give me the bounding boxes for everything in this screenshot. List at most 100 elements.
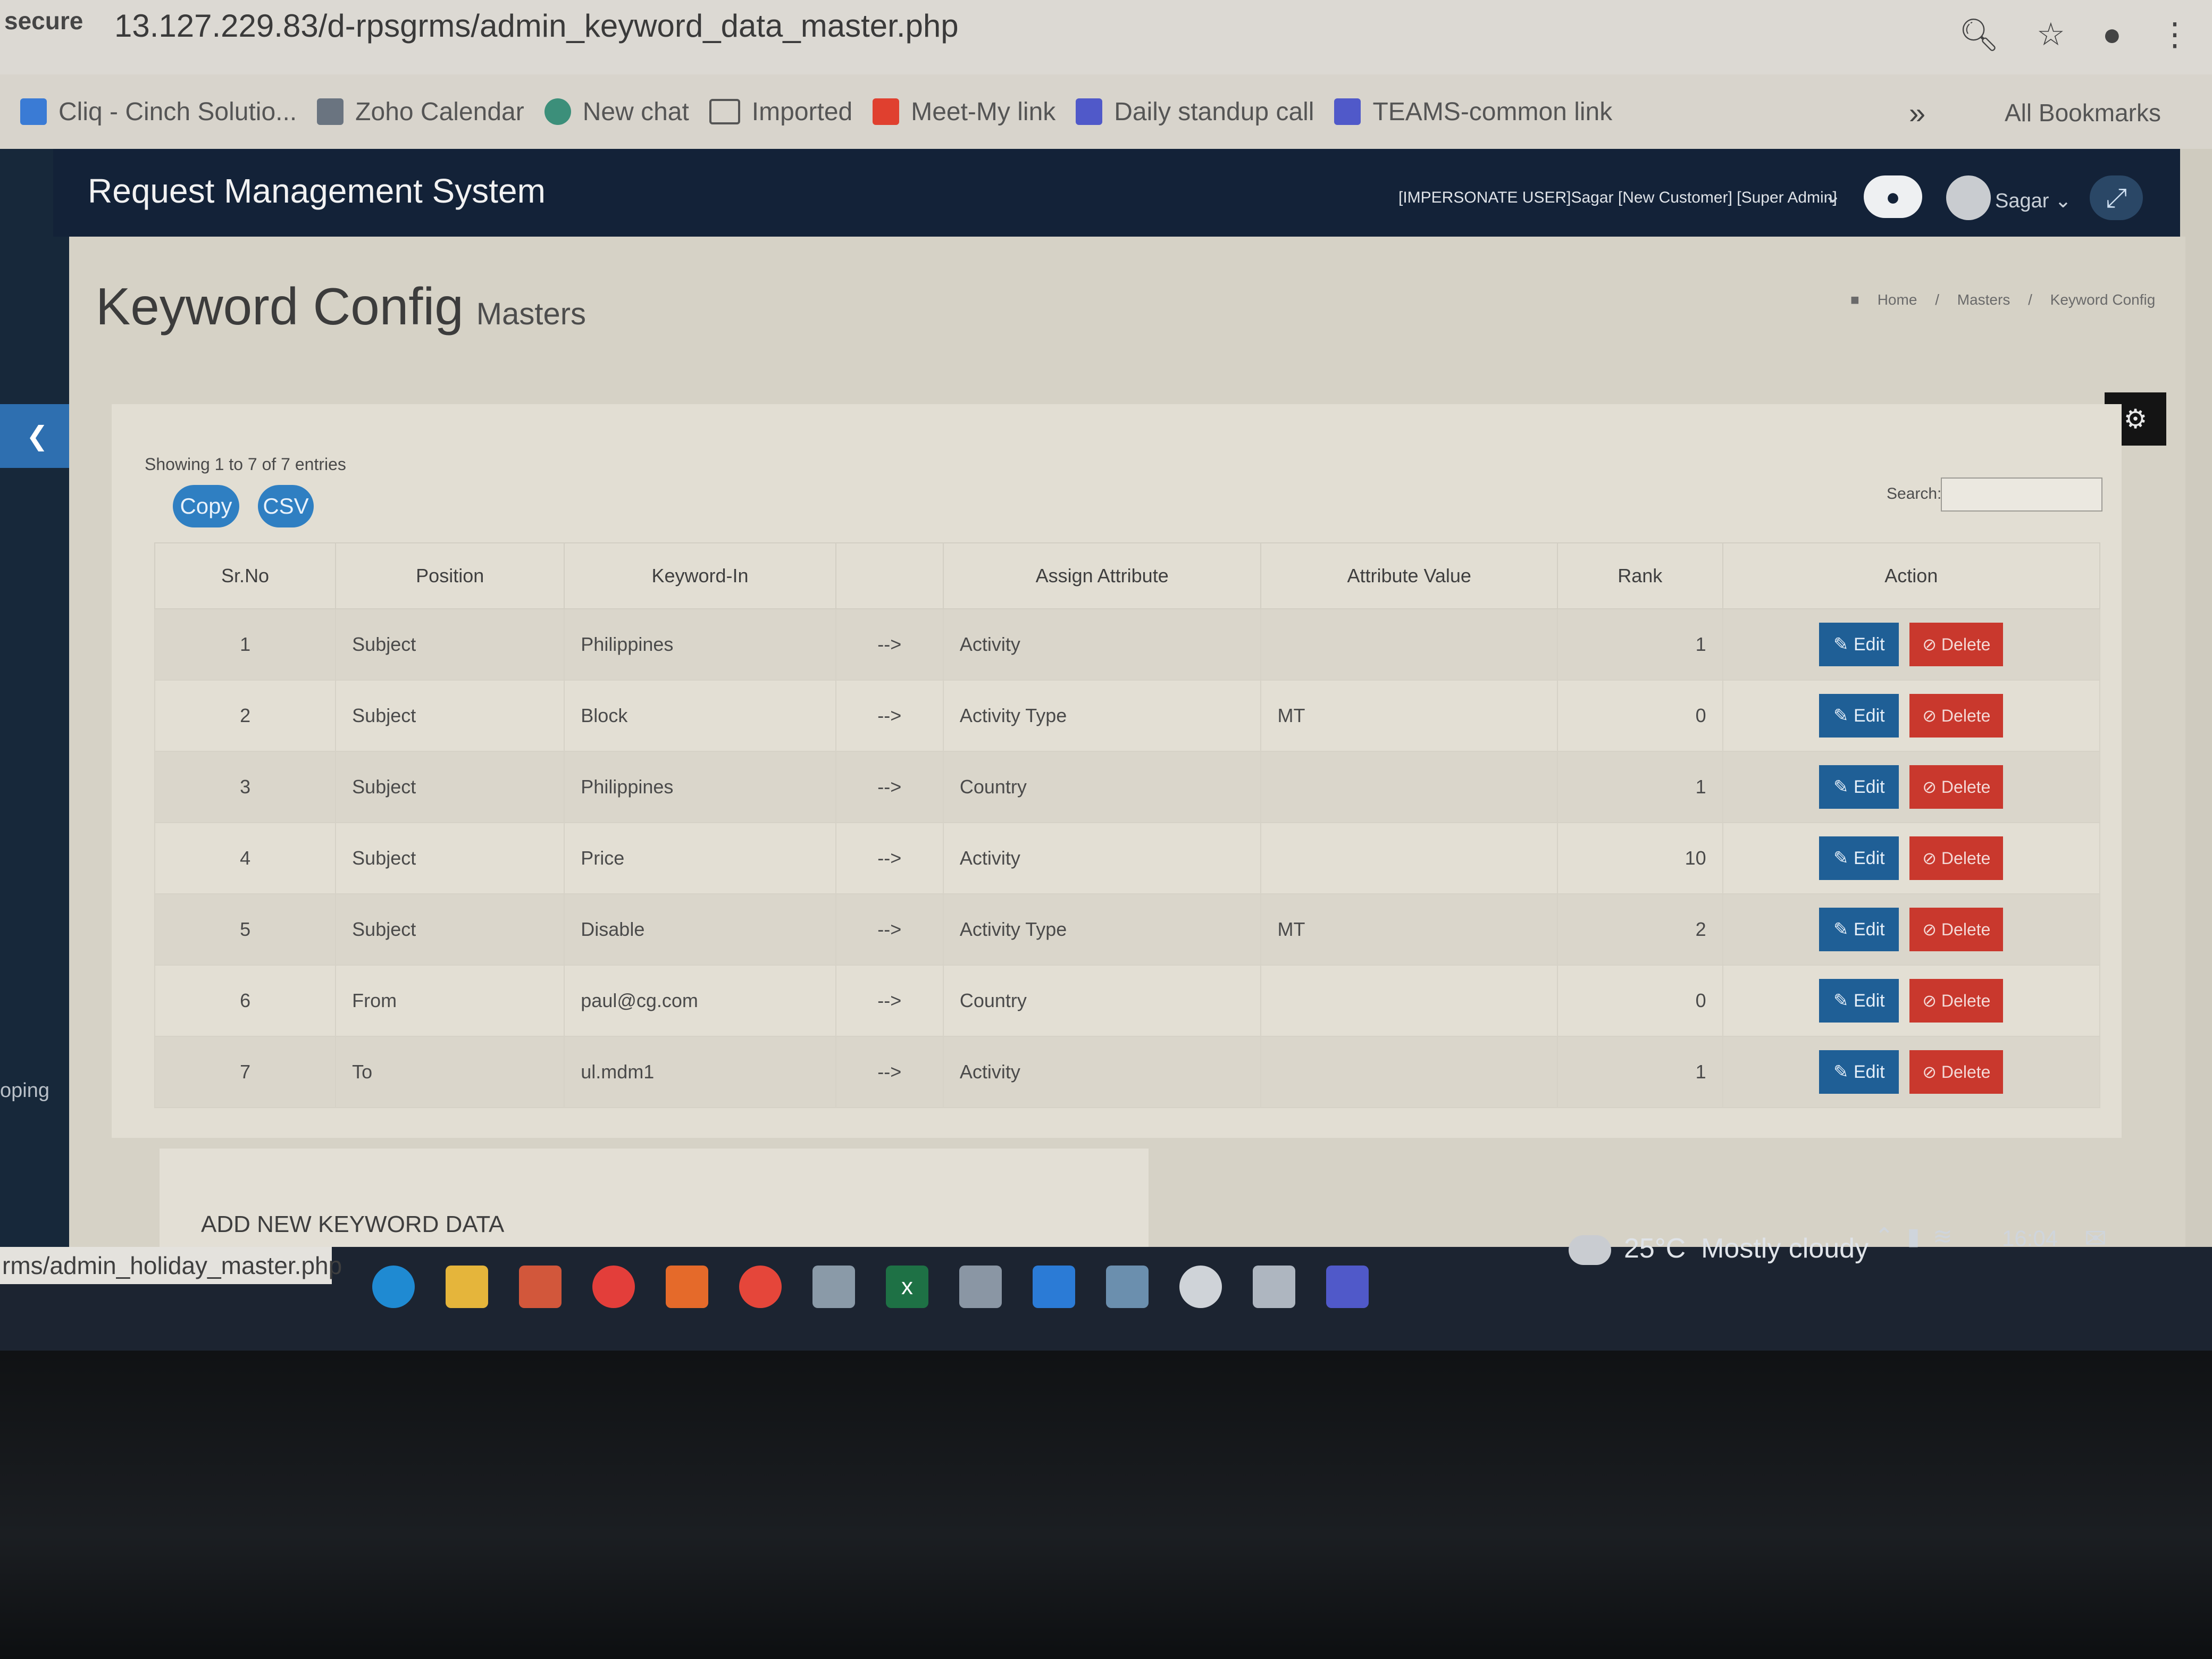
sidebar-collapse-icon[interactable]: ❮ bbox=[0, 404, 74, 468]
vscode-icon[interactable] bbox=[1033, 1266, 1075, 1308]
sidebar-partial-text[interactable]: oping bbox=[0, 1079, 49, 1102]
edge-icon[interactable] bbox=[372, 1266, 415, 1308]
search-input[interactable] bbox=[1941, 477, 2102, 512]
column-header-srno[interactable]: Sr.No bbox=[154, 542, 337, 609]
file-explorer-icon[interactable] bbox=[446, 1266, 488, 1308]
column-header-rank[interactable]: Rank bbox=[1556, 542, 1723, 609]
edit-label: Edit bbox=[1854, 919, 1885, 940]
bookmark-cliq[interactable]: Cliq - Cinch Solutio... bbox=[20, 97, 297, 127]
star-icon[interactable]: ☆ bbox=[2037, 16, 2065, 54]
snip-tool-icon[interactable] bbox=[519, 1266, 562, 1308]
edit-button[interactable]: ✎ Edit bbox=[1819, 979, 1899, 1023]
bookmarks-more-icon[interactable]: » bbox=[1909, 96, 1925, 130]
delete-button[interactable]: ⊘ Delete bbox=[1909, 908, 2004, 951]
bookmark-teams-common[interactable]: TEAMS-common link bbox=[1334, 97, 1612, 127]
edit-button[interactable]: ✎ Edit bbox=[1819, 694, 1899, 738]
cell-arrow: --> bbox=[835, 680, 944, 752]
search-label: Search: bbox=[1887, 485, 1942, 502]
edit-button[interactable]: ✎ Edit bbox=[1819, 765, 1899, 809]
breadcrumb-home[interactable]: Home bbox=[1878, 291, 1917, 308]
delete-button[interactable]: ⊘ Delete bbox=[1909, 694, 2004, 738]
excel-icon[interactable]: x bbox=[886, 1266, 928, 1308]
recorder-icon[interactable] bbox=[592, 1266, 635, 1308]
teams-icon[interactable] bbox=[1326, 1266, 1369, 1308]
edit-icon: ✎ bbox=[1833, 991, 1849, 1011]
delete-button[interactable]: ⊘ Delete bbox=[1909, 1050, 2004, 1094]
delete-label: Delete bbox=[1941, 706, 1991, 725]
notification-icon[interactable]: ✉ bbox=[2084, 1223, 2107, 1254]
ban-icon: ⊘ bbox=[1922, 920, 1937, 939]
chevron-up-icon[interactable]: ⌃ bbox=[1874, 1224, 1894, 1250]
clock-app-icon[interactable] bbox=[1179, 1266, 1222, 1308]
bookmark-meet[interactable]: Meet-My link bbox=[873, 97, 1055, 127]
table-row: 1 Subject Philippines --> Activity 1 ✎ Edit ⊘ D… bbox=[154, 608, 2101, 681]
url-text[interactable]: 13.127.229.83/d-rpsgrms/admin_keyword_da… bbox=[114, 7, 959, 44]
cell-keyword: paul@cg.com bbox=[564, 965, 836, 1037]
menu-dots-icon[interactable]: ⋮ bbox=[2159, 16, 2191, 54]
keyword-table: Sr.No Position Keyword-In Assign Attribu… bbox=[154, 542, 2101, 1108]
delete-button[interactable]: ⊘ Delete bbox=[1909, 623, 2004, 666]
profile-icon[interactable]: ● bbox=[2102, 16, 2122, 54]
page-title-text: Keyword Config bbox=[96, 277, 464, 336]
edit-icon: ✎ bbox=[1833, 777, 1849, 797]
column-header-position[interactable]: Position bbox=[335, 542, 565, 609]
clock[interactable]: 16:04 bbox=[2002, 1226, 2058, 1251]
table-row: 7 To ul.mdm1 --> Activity 1 ✎ Edit ⊘ Delete bbox=[154, 1036, 2101, 1108]
chrome-icon[interactable] bbox=[739, 1266, 782, 1308]
cell-assign-attribute: Activity Type bbox=[942, 680, 1262, 752]
all-bookmarks[interactable]: All Bookmarks bbox=[2005, 98, 2161, 127]
edit-button[interactable]: ✎ Edit bbox=[1819, 836, 1899, 880]
weather-widget[interactable]: 25°C Mostly cloudy bbox=[1569, 1233, 1869, 1266]
remote-desktop-icon[interactable] bbox=[959, 1266, 1002, 1308]
column-header-arrow[interactable] bbox=[835, 542, 944, 609]
bookmark-standup[interactable]: Daily standup call bbox=[1076, 97, 1314, 127]
edit-button[interactable]: ✎ Edit bbox=[1819, 908, 1899, 951]
column-header-action: Action bbox=[1722, 542, 2101, 609]
weather-temperature: 25°C bbox=[1624, 1233, 1686, 1264]
page-title: Keyword Config Masters bbox=[96, 276, 586, 337]
column-header-assign-attribute[interactable]: Assign Attribute bbox=[942, 542, 1262, 609]
bookmark-new-chat[interactable]: New chat bbox=[544, 97, 689, 127]
mail-icon[interactable] bbox=[1253, 1266, 1295, 1308]
wifi-icon[interactable]: ≋ bbox=[1933, 1224, 1953, 1250]
user-menu[interactable]: Sagar ⌄ bbox=[1995, 189, 2072, 213]
table-body: 1 Subject Philippines --> Activity 1 ✎ Edit ⊘ D… bbox=[154, 608, 2101, 1108]
column-header-keyword[interactable]: Keyword-In bbox=[564, 542, 836, 609]
chevron-down-icon[interactable]: ⌄ bbox=[1824, 183, 1842, 208]
cell-assign-attribute: Country bbox=[942, 751, 1262, 823]
cell-position: To bbox=[335, 1036, 565, 1108]
address-bar[interactable]: secure 13.127.229.83/d-rpsgrms/admin_key… bbox=[0, 0, 2212, 76]
delete-button[interactable]: ⊘ Delete bbox=[1909, 836, 2004, 880]
copy-button[interactable]: Copy bbox=[173, 485, 239, 527]
bookmark-zoho-calendar[interactable]: Zoho Calendar bbox=[317, 97, 524, 127]
cell-srno: 1 bbox=[154, 608, 337, 681]
edit-button[interactable]: ✎ Edit bbox=[1819, 623, 1899, 666]
chatgpt-icon bbox=[544, 98, 571, 125]
edit-label: Edit bbox=[1854, 777, 1885, 797]
table-row: 6 From paul@cg.com --> Country 0 ✎ Edit ⊘ Delet… bbox=[154, 965, 2101, 1037]
cell-keyword: Price bbox=[564, 822, 836, 894]
cell-attribute-value bbox=[1260, 608, 1558, 681]
fullscreen-icon[interactable]: ⤢ bbox=[2090, 175, 2143, 220]
teams-icon bbox=[1076, 98, 1103, 125]
add-new-keyword-title[interactable]: ADD NEW KEYWORD DATA bbox=[201, 1211, 504, 1238]
cell-attribute-value: MT bbox=[1260, 680, 1558, 752]
edit-button[interactable]: ✎ Edit bbox=[1819, 1050, 1899, 1094]
users-icon[interactable]: ● bbox=[1864, 175, 1922, 218]
avatar[interactable] bbox=[1946, 175, 1991, 220]
app-title[interactable]: Request Management System bbox=[88, 171, 546, 211]
bookmark-imported[interactable]: Imported bbox=[709, 97, 852, 127]
delete-button[interactable]: ⊘ Delete bbox=[1909, 979, 2004, 1023]
chat-icon[interactable] bbox=[812, 1266, 855, 1308]
battery-icon[interactable]: ▮ bbox=[1907, 1224, 1920, 1250]
delete-button[interactable]: ⊘ Delete bbox=[1909, 765, 2004, 809]
zoom-icon[interactable]: 🔍︎ bbox=[1959, 16, 1999, 54]
breadcrumb-masters[interactable]: Masters bbox=[1957, 291, 2010, 308]
ban-icon: ⊘ bbox=[1922, 849, 1937, 868]
csv-button[interactable]: CSV bbox=[258, 485, 314, 527]
column-header-attribute-value[interactable]: Attribute Value bbox=[1260, 542, 1558, 609]
system-tray[interactable]: ⌃ ▮ ≋ bbox=[1874, 1223, 1953, 1250]
postman-icon[interactable] bbox=[666, 1266, 708, 1308]
edit-icon: ✎ bbox=[1833, 919, 1849, 940]
sql-tool-icon[interactable] bbox=[1106, 1266, 1149, 1308]
